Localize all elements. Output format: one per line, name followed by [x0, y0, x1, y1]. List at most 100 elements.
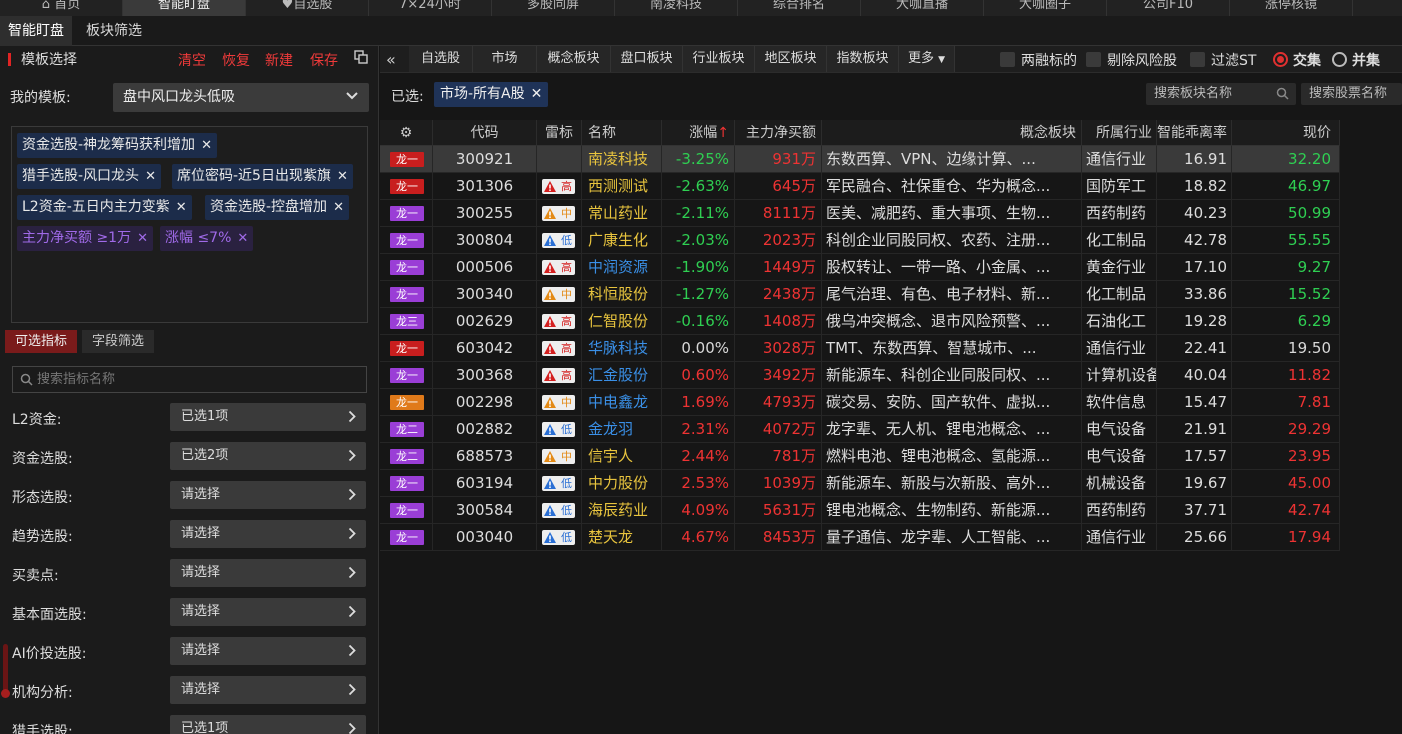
selected-chip[interactable]: 市场-所有A股 ✕ [434, 82, 549, 107]
table-row[interactable]: 龙三 002629 高仁智股份 -0.16% 1408万 俄乌冲突概念、退市风险预警、..… [380, 308, 1340, 335]
tab-market[interactable]: 市场 [473, 46, 537, 72]
lei-flag[interactable]: 低 [542, 233, 575, 248]
nav-stock[interactable]: 南凌科技 [615, 0, 738, 16]
lei-flag[interactable]: 中 [542, 395, 575, 410]
condition-tag[interactable]: 席位密码-近5日出现紫旗 ✕ [172, 164, 353, 189]
sector-search-input[interactable]: 搜索板块名称 [1146, 83, 1296, 105]
table-row[interactable]: 龙一 000506 高中润资源 -1.90% 1449万 股权转让、一带一路、小金属、..… [380, 254, 1340, 281]
col-change[interactable]: 涨幅↑ [662, 120, 735, 146]
lei-flag[interactable]: 高 [542, 179, 575, 194]
lei-flag[interactable]: 中 [542, 287, 575, 302]
condition-tag[interactable]: L2资金-五日内主力变紫 ✕ [17, 195, 192, 220]
indicator-select[interactable]: 请选择 [170, 520, 366, 548]
stock-search-input[interactable]: 搜索股票名称 [1301, 83, 1402, 105]
tab-region[interactable]: 地区板块 [755, 46, 827, 72]
lei-flag[interactable]: 中 [542, 449, 575, 464]
lei-flag[interactable]: 高 [542, 368, 575, 383]
nav-watchlist[interactable]: ♥自选股 [246, 0, 369, 16]
close-icon[interactable]: ✕ [531, 86, 543, 102]
nav-f10[interactable]: 公司F10 [1107, 0, 1230, 16]
nav-limit[interactable]: 涨停核镜 [1230, 0, 1353, 16]
table-row[interactable]: 龙一 300368 高汇金股份 0.60% 3492万 新能源车、科创企业同股同权、...… [380, 362, 1340, 389]
template-select[interactable]: 盘中风口龙头低吸 [113, 83, 369, 112]
tab-watchlist[interactable]: 自选股 [409, 46, 473, 72]
new-button[interactable]: 新建 [265, 50, 293, 70]
copy-icon[interactable] [354, 50, 368, 64]
nav-724[interactable]: 7×24小时 [369, 0, 492, 16]
table-row[interactable]: 龙一 300804 低广康生化 -2.03% 2023万 科创企业同股同权、农药、注册..… [380, 227, 1340, 254]
table-row[interactable]: 龙一 603042 高华脉科技 0.00% 3028万 TMT、东数西算、智慧城市、...… [380, 335, 1340, 362]
table-row[interactable]: 龙二 688573 中信宇人 2.44% 781万 燃料电池、锂电池概念、氢能源... 电气… [380, 443, 1340, 470]
table-row[interactable]: 龙一 002298 中中电鑫龙 1.69% 4793万 碳交易、安防、国产软件、虚拟...… [380, 389, 1340, 416]
condition-tag[interactable]: 主力净买额 ≥1万 ✕ [17, 226, 153, 251]
col-code[interactable]: 代码 [433, 120, 537, 146]
nav-rank[interactable]: 综合排名 [738, 0, 861, 16]
clear-button[interactable]: 清空 [178, 50, 206, 70]
col-lei[interactable]: 雷标 [537, 120, 582, 146]
indicator-select[interactable]: 请选择 [170, 559, 366, 587]
table-row[interactable]: 龙一 603194 低中力股份 2.53% 1039万 新能源车、新股与次新股、高外...… [380, 470, 1340, 497]
close-icon[interactable]: ✕ [337, 169, 348, 184]
nav-smart-watch[interactable]: 智能盯盘 [123, 0, 246, 16]
table-row[interactable]: 龙二 002882 低金龙羽 2.31% 4072万 龙字辈、无人机、锂电池概念、... 电… [380, 416, 1340, 443]
condition-tag[interactable]: 资金选股-控盘增加 ✕ [205, 195, 349, 220]
table-row[interactable]: 龙一 003040 低楚天龙 4.67% 8453万 量子通信、龙字辈、人工智能、... 通… [380, 524, 1340, 551]
lei-flag[interactable]: 高 [542, 341, 575, 356]
nav-more[interactable]: 策 [1353, 0, 1402, 16]
table-row[interactable]: 龙一 301306 高西测测试 -2.63% 645万 军民融合、社保重仓、华为概念...… [380, 173, 1340, 200]
tab-sector-filter[interactable]: 板块筛选 [78, 16, 150, 46]
condition-tag[interactable]: 涨幅 ≤7% ✕ [160, 226, 254, 251]
tab-field-filter[interactable]: 字段筛选 [82, 330, 155, 353]
lei-flag[interactable]: 低 [542, 530, 575, 545]
indicator-select[interactable]: 请选择 [170, 637, 366, 665]
indicator-select[interactable]: 已选2项 [170, 442, 366, 470]
tab-industry[interactable]: 行业板块 [683, 46, 755, 72]
tab-concept[interactable]: 概念板块 [537, 46, 611, 72]
tab-more[interactable]: 更多 ▼ [899, 46, 955, 72]
nav-multi[interactable]: 多股同屏 [492, 0, 615, 16]
col-industry[interactable]: 所属行业 [1082, 120, 1157, 146]
col-concept[interactable]: 概念板块 [822, 120, 1082, 146]
table-row[interactable]: 龙一 300584 低海辰药业 4.09% 5631万 锂电池概念、生物制药、新能源...… [380, 497, 1340, 524]
close-icon[interactable]: ✕ [145, 169, 156, 184]
indicator-select[interactable]: 请选择 [170, 481, 366, 509]
col-price[interactable]: 现价 [1232, 120, 1340, 146]
lei-flag[interactable]: 低 [542, 422, 575, 437]
save-button[interactable]: 保存 [310, 50, 338, 70]
lei-flag[interactable]: 高 [542, 314, 575, 329]
restore-button[interactable]: 恢复 [222, 50, 250, 70]
tab-smart-watch[interactable]: 智能盯盘 [0, 16, 72, 46]
col-bias[interactable]: 智能乖离率 [1157, 120, 1232, 146]
nav-circle[interactable]: 大咖圈子 [984, 0, 1107, 16]
col-net-buy[interactable]: 主力净买额 [735, 120, 822, 146]
table-row[interactable]: 龙一 300255 中常山药业 -2.11% 8111万 医美、减肥药、重大事项、生物..… [380, 200, 1340, 227]
settings-icon[interactable]: ⚙ [380, 120, 433, 146]
double-chevron-left-icon[interactable]: « [386, 50, 396, 69]
col-name[interactable]: 名称 [582, 120, 662, 146]
nav-home[interactable]: ⌂ 首页 [0, 0, 123, 16]
lei-flag[interactable]: 低 [542, 476, 575, 491]
tab-optional-indicators[interactable]: 可选指标 [5, 330, 78, 353]
close-icon[interactable]: ✕ [333, 200, 344, 215]
indicator-select[interactable]: 已选1项 [170, 403, 366, 431]
close-icon[interactable]: ✕ [237, 231, 248, 246]
tab-index[interactable]: 指数板块 [827, 46, 899, 72]
indicator-select[interactable]: 已选1项 [170, 715, 366, 734]
indicator-search-input[interactable]: 搜索指标名称 [12, 366, 367, 393]
tab-handicap[interactable]: 盘口板块 [611, 46, 683, 72]
close-icon[interactable]: ✕ [201, 138, 212, 153]
indicator-select[interactable]: 请选择 [170, 598, 366, 626]
union-radio[interactable]: 并集 [1332, 50, 1380, 70]
indicator-select[interactable]: 请选择 [170, 676, 366, 704]
lei-flag[interactable]: 高 [542, 260, 575, 275]
nav-live[interactable]: 大咖直播 [861, 0, 984, 16]
close-icon[interactable]: ✕ [176, 200, 187, 215]
scrollbar-thumb[interactable] [1, 644, 10, 698]
lei-flag[interactable]: 低 [542, 503, 575, 518]
condition-tag[interactable]: 资金选股-神龙筹码获利增加 ✕ [17, 133, 217, 158]
table-row[interactable]: 龙一 300921 南凌科技 -3.25% 931万 东数西算、VPN、边缘计算、... 通… [380, 146, 1340, 173]
close-icon[interactable]: ✕ [137, 231, 148, 246]
table-row[interactable]: 龙一 300340 中科恒股份 -1.27% 2438万 尾气治理、有色、电子材料、新..… [380, 281, 1340, 308]
lei-flag[interactable]: 中 [542, 206, 575, 221]
intersect-radio[interactable]: 交集 [1273, 50, 1321, 70]
